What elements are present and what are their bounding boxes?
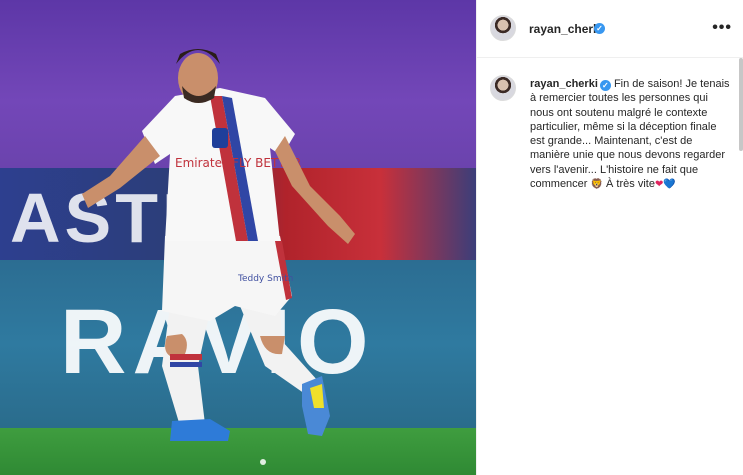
carousel-indicator[interactable] [260, 459, 266, 465]
caption-body: Fin de saison! Je tenais à remercier tou… [530, 78, 730, 191]
post-header: rayan_cherki ✓ ••• [477, 0, 743, 58]
caption-end: À très vite [602, 178, 655, 191]
football-player: Teddy Smith Emirates FLY BETTER [82, 49, 355, 441]
caption-username[interactable]: rayan_cherki [530, 78, 598, 90]
blue-heart-emoji: 💙 [663, 179, 676, 191]
shorts-text: Teddy Smith [237, 274, 293, 284]
caption-text: rayan_cherki ✓ Fin de saison! Je tenais à… [530, 77, 730, 192]
more-options-icon[interactable]: ••• [712, 20, 732, 36]
lion-emoji: 🦁 [590, 179, 603, 191]
verified-badge-icon: ✓ [594, 23, 605, 34]
caption-verified-badge-icon: ✓ [599, 80, 611, 91]
caption-scrollbar[interactable] [739, 58, 743, 151]
post-caption: rayan_cherki ✓ Fin de saison! Je tenais à… [477, 58, 739, 475]
header-username[interactable]: rayan_cherki [529, 22, 603, 36]
post-photo[interactable]: ASTRO RAVIO Teddy Smith Emirates FLY BET… [0, 0, 476, 475]
avatar[interactable] [490, 15, 516, 41]
post-sidebar: rayan_cherki ✓ ••• rayan_cherki ✓ Fin de … [476, 0, 743, 475]
caption-avatar[interactable] [490, 75, 516, 101]
